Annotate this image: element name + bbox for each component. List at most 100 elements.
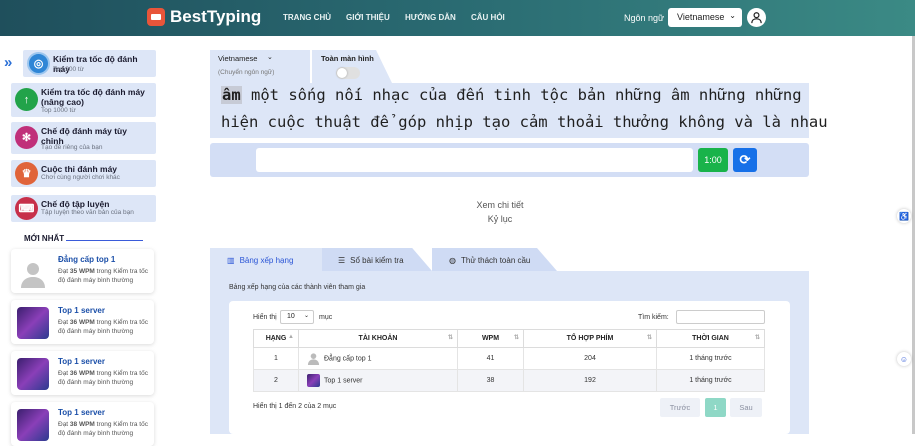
achievement-card[interactable]: Top 1 server Đạt 38 WPM trong Kiểm tra t… (11, 402, 154, 446)
leaderboard-caption: Bảng xếp hạng của các thành viên tham gi… (229, 284, 366, 291)
account-cell[interactable]: Top 1 server (298, 369, 458, 392)
table-row: 2 Top 1 server 38 192 1 tháng trước (253, 369, 765, 392)
record-label: Kỷ lục (487, 214, 513, 224)
sidebar-item-sub: Tạo đề riêng của bạn (41, 144, 103, 151)
word-line-2: hiện cuộc thuật để góp nhịp tạo cảm thoả… (221, 113, 828, 131)
language-label: Ngôn ngữ (624, 13, 665, 23)
sidebar-item-sub: Top 1000 từ (41, 107, 76, 114)
achievement-card[interactable]: Top 1 server Đạt 36 WPM trong Kiểm tra t… (11, 300, 154, 344)
nav-faq[interactable]: CÂU HỎI (471, 13, 505, 22)
rank-cell: 2 (253, 369, 299, 392)
nav-about[interactable]: GIỚI THIỆU (346, 13, 390, 22)
sidebar-item-sub: Tập luyện theo văn bản của bạn (41, 209, 134, 216)
timer-display: 1:00 (698, 148, 728, 172)
sidebar-collapse-icon[interactable]: » (4, 54, 12, 71)
sidebar-item-sub: Top 200 từ (53, 66, 85, 73)
arrow-up-icon: ↑ (15, 88, 38, 111)
accessibility-icon[interactable]: ♿ (897, 209, 911, 223)
cog-icon: ✻ (15, 126, 38, 149)
achievement-card[interactable]: Đẳng cấp top 1 Đạt 35 WPM trong Kiểm tra… (11, 249, 154, 293)
fullscreen-toggle[interactable] (336, 67, 360, 79)
tab-leaderboard[interactable]: ▥ Bảng xếp hạng (210, 248, 322, 271)
sidebar-item-sub: Chơi cùng người chơi khác (41, 174, 120, 181)
achievement-card[interactable]: Top 1 server Đạt 36 WPM trong Kiểm tra t… (11, 351, 154, 395)
card-desc: Đạt 36 WPM trong Kiểm tra tốc độ đánh má… (58, 319, 148, 335)
chevron-down-icon: ⌄ (729, 11, 736, 20)
default-avatar-icon (17, 256, 49, 288)
language-select[interactable]: Vietnamese ⌄ (668, 8, 742, 27)
sidebar-item-speed-test[interactable]: ◎ Kiểm tra tốc độ đánh máy Top 200 từ (23, 50, 156, 77)
page-size-suffix: mục (319, 314, 333, 321)
user-avatar[interactable] (747, 8, 766, 27)
column-header-wpm[interactable]: WPM ⇅ (457, 329, 524, 348)
leaderboard-table: HẠNG ▲ TÀI KHOẢN ⇅ WPM ⇅ TỔ HỢP PHÍM ⇅ THỜI … (253, 329, 765, 392)
chat-icon[interactable]: ☺ (897, 352, 911, 366)
sidebar-item-custom-mode[interactable]: ✻ Chế độ đánh máy tùy chỉnh Tạo đề riêng… (11, 122, 156, 154)
game-avatar-icon (17, 307, 49, 339)
table-info: Hiển thị 1 đến 2 của 2 mục (253, 403, 337, 410)
current-word: âm (221, 86, 242, 104)
user-icon (751, 12, 762, 24)
sort-icon: ⇅ (513, 335, 519, 341)
wpm-cell: 38 (457, 369, 524, 392)
sort-icon: ⇅ (646, 335, 652, 341)
keyboard-logo-icon (147, 8, 165, 26)
details-link[interactable]: Xem chi tiết (460, 200, 540, 210)
game-avatar-icon (17, 358, 49, 390)
account-cell[interactable]: Đẳng cấp top 1 (298, 347, 458, 370)
card-desc: Đạt 35 WPM trong Kiểm tra tốc độ đánh má… (58, 268, 148, 284)
card-title: Đẳng cấp top 1 (58, 255, 116, 264)
search-input[interactable] (676, 310, 765, 324)
sidebar-item-practice[interactable]: ⌨ Chế độ tập luyện Tập luyện theo văn bả… (11, 195, 156, 222)
sidebar-item-advanced-test[interactable]: ↑ Kiểm tra tốc độ đánh máy (nâng cao) To… (11, 83, 156, 117)
fullscreen-label: Toàn màn hình (321, 54, 374, 63)
brand-logo[interactable]: BestTyping (147, 7, 261, 27)
column-header-time[interactable]: THỜI GIAN ⇅ (656, 329, 765, 348)
page-size-label: Hiển thị (253, 314, 277, 321)
default-avatar-icon (307, 352, 320, 365)
time-cell: 1 tháng trước (656, 347, 765, 370)
toggle-knob (337, 68, 347, 78)
tab-global-challenge[interactable]: ◍ Thử thách toàn cầu (432, 248, 557, 271)
typing-language-hint: (Chuyển ngôn ngữ) (218, 69, 275, 76)
card-title: Top 1 server (58, 408, 105, 417)
sidebar-item-contest[interactable]: ♛ Cuộc thi đánh máy Chơi cùng người chơi… (11, 160, 156, 187)
card-title: Top 1 server (58, 306, 105, 315)
tab-test-log[interactable]: ☰ Sổ bài kiểm tra (322, 248, 432, 271)
word-line-1: âm một sống nối nhạc của đến tinh tộc bả… (221, 86, 802, 104)
sort-icon: ⇅ (754, 335, 760, 341)
card-desc: Đạt 38 WPM trong Kiểm tra tốc độ đánh má… (58, 421, 148, 437)
keyboard-icon: ⌨ (15, 197, 38, 220)
typing-language-select[interactable]: Vietnamese ⌄ (Chuyển ngôn ngữ) (210, 50, 310, 83)
page-size-select[interactable]: 10 ⌄ (280, 310, 314, 324)
sort-icon: ⇅ (447, 335, 453, 341)
column-header-rank[interactable]: HẠNG ▲ (253, 329, 299, 348)
search-label: Tìm kiếm: (638, 314, 669, 321)
newest-underline (66, 240, 143, 241)
card-title: Top 1 server (58, 357, 105, 366)
sidebar-item-title: Chế độ tập luyện (41, 199, 110, 209)
next-page-button[interactable]: Sau (730, 398, 762, 417)
leaderboard-table-card: Hiển thị 10 ⌄ mục Tìm kiếm: HẠNG ▲ TÀI KH… (229, 301, 790, 434)
page-1-button[interactable]: 1 (705, 398, 726, 417)
keys-cell: 192 (523, 369, 657, 392)
typing-input[interactable] (256, 148, 693, 172)
rank-cell: 1 (253, 347, 299, 370)
nav-guide[interactable]: HƯỚNG DẪN (405, 13, 456, 22)
newest-heading: MỚI NHẤT (24, 234, 65, 243)
typing-language-value: Vietnamese (218, 54, 258, 63)
prev-page-button[interactable]: Trước (660, 398, 700, 417)
trophy-icon: ♛ (15, 162, 38, 185)
sort-asc-icon: ▲ (288, 334, 294, 340)
sidebar-item-title: Chế độ đánh máy tùy chỉnh (41, 126, 127, 146)
top-navbar: BestTyping TRANG CHỦ GIỚI THIỆU HƯỚNG DẪ… (0, 0, 915, 36)
leaderboard-panel: Bảng xếp hạng của các thành viên tham gi… (210, 271, 809, 434)
word-display: âm một sống nối nhạc của đến tinh tộc bả… (210, 83, 828, 138)
sidebar-item-title: Cuộc thi đánh máy (41, 164, 118, 174)
target-icon: ◎ (27, 52, 50, 75)
restart-button[interactable]: ⟳ (733, 148, 757, 172)
game-avatar-icon (307, 374, 320, 387)
nav-home[interactable]: TRANG CHỦ (283, 13, 331, 22)
column-header-account[interactable]: TÀI KHOẢN ⇅ (298, 329, 458, 348)
column-header-keys[interactable]: TỔ HỢP PHÍM ⇅ (523, 329, 657, 348)
